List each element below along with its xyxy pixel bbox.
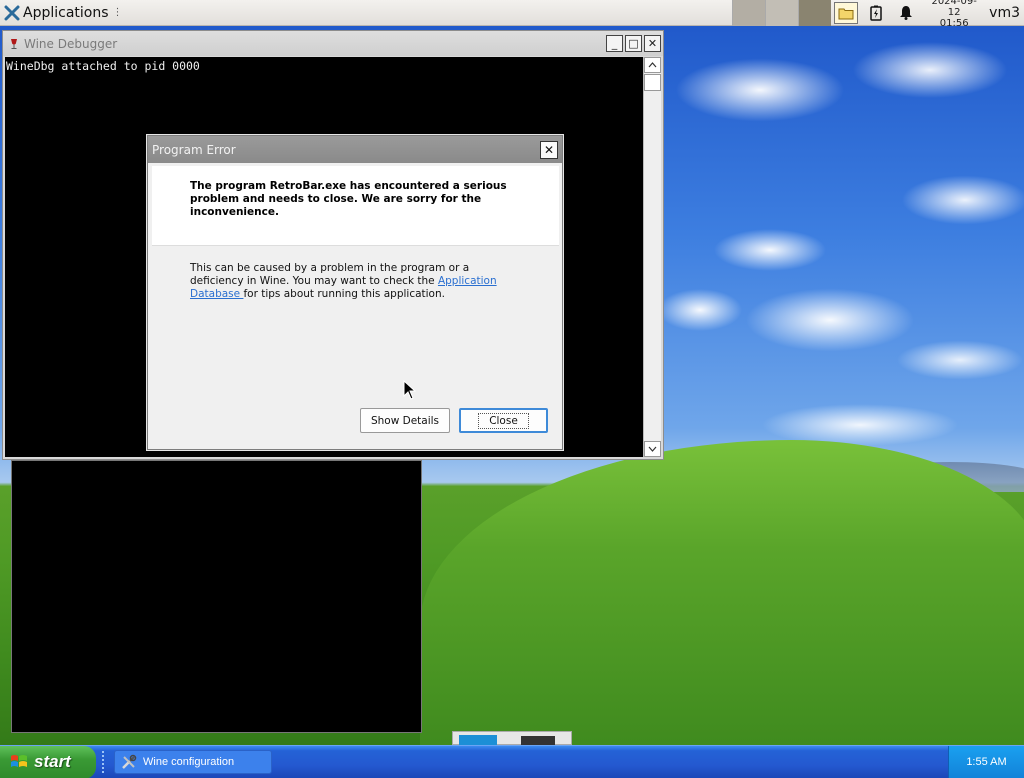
detail-suffix: for tips about running this application. [243,288,445,300]
error-close-button[interactable]: ✕ [540,140,558,159]
show-details-label: Show Details [370,414,440,427]
strip-blue-block [459,735,497,745]
strip-dark-block [521,736,555,745]
scroll-up-button[interactable] [644,57,661,73]
applications-menu-label: Applications [23,4,109,21]
workspace-3[interactable] [798,0,832,26]
workspace-switcher[interactable] [732,0,832,26]
panel-clock[interactable]: 2024-09-12 01:56 [925,0,983,29]
error-title: Program Error [152,142,236,157]
debugger-title: Wine Debugger [24,36,118,51]
task-item-label: Wine configuration [143,756,235,768]
console-window[interactable] [11,460,422,733]
top-panel: Applications ⋮ 2024-09-12 01:56 vm3 [0,0,1024,29]
tray-clock[interactable]: 1:55 AM [966,756,1006,768]
windows-logo-icon [11,755,27,767]
maximize-button[interactable]: □ [625,35,642,52]
tools-icon [122,754,137,769]
show-details-button[interactable]: Show Details [360,408,450,433]
chevron-down-icon [648,446,657,452]
debugger-titlebar[interactable]: Wine Debugger _ □ ✕ [3,31,663,56]
taskbar-grip[interactable] [102,751,108,773]
x-logo-icon [4,5,20,20]
folder-icon[interactable] [834,1,859,24]
start-button[interactable]: start [0,745,96,778]
detail-prefix: This can be caused by a problem in the p… [190,262,470,287]
error-titlebar[interactable]: Program Error ✕ [148,136,562,163]
menu-dots-icon: ⋮ [112,7,123,18]
wine-glass-icon [11,38,17,49]
scroll-thumb[interactable] [644,74,661,91]
start-label: start [34,752,71,771]
error-message-panel: The program RetroBar.exe has encountered… [152,166,559,246]
console-line: WineDbg attached to pid 0000 [6,59,200,73]
workspace-1[interactable] [732,0,766,26]
close-button-label: Close [478,412,529,429]
taskbar: start Wine configuration 1:55 AM [0,745,1024,778]
bell-icon[interactable] [894,2,918,24]
close-button[interactable]: ✕ [644,35,661,52]
chevron-up-icon [648,62,657,68]
clock-time: 01:56 [939,18,969,29]
battery-icon[interactable] [864,2,888,24]
error-detail-text: This can be caused by a problem in the p… [190,262,520,301]
minimize-icon: _ [611,37,618,50]
vertical-scrollbar[interactable] [643,57,661,457]
scroll-down-button[interactable] [644,441,661,457]
task-item-wine-configuration[interactable]: Wine configuration [114,750,272,774]
applications-menu[interactable]: Applications ⋮ [0,0,127,26]
close-icon: ✕ [543,142,555,157]
minimize-button[interactable]: _ [606,35,623,52]
workspace-2[interactable] [765,0,799,26]
system-tray[interactable]: 1:55 AM [948,745,1024,778]
program-error-dialog[interactable]: Program Error ✕ The program RetroBar.exe… [147,135,563,450]
maximize-icon: □ [628,37,639,50]
mouse-cursor-icon [403,380,417,400]
minimized-window-strip[interactable] [452,731,572,745]
error-main-message: The program RetroBar.exe has encountered… [190,180,507,218]
clock-date: 2024-09-12 [931,0,977,18]
close-icon: ✕ [647,37,658,50]
user-name[interactable]: vm3 [987,5,1024,21]
close-dialog-button[interactable]: Close [459,408,548,433]
